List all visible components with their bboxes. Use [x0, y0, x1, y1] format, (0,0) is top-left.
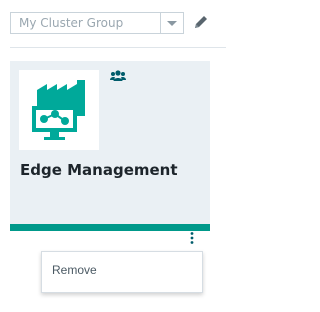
- more-vertical-icon[interactable]: [190, 232, 194, 244]
- app-thumbnail: [19, 70, 99, 150]
- chevron-down-icon: [167, 21, 177, 26]
- context-menu: Remove: [41, 251, 203, 293]
- divider: [10, 47, 226, 48]
- pencil-icon[interactable]: [193, 14, 209, 30]
- menu-item-remove[interactable]: Remove: [52, 263, 97, 277]
- app-title: Edge Management: [20, 161, 178, 179]
- app-card[interactable]: Edge Management: [10, 61, 210, 244]
- cluster-group-value: My Cluster Group: [19, 16, 124, 30]
- users-icon: [110, 70, 126, 81]
- cluster-group-select[interactable]: My Cluster Group: [10, 12, 184, 34]
- dropdown-toggle[interactable]: [160, 13, 183, 33]
- factory-monitor-icon: [32, 80, 85, 140]
- card-accent-bar: [10, 224, 210, 231]
